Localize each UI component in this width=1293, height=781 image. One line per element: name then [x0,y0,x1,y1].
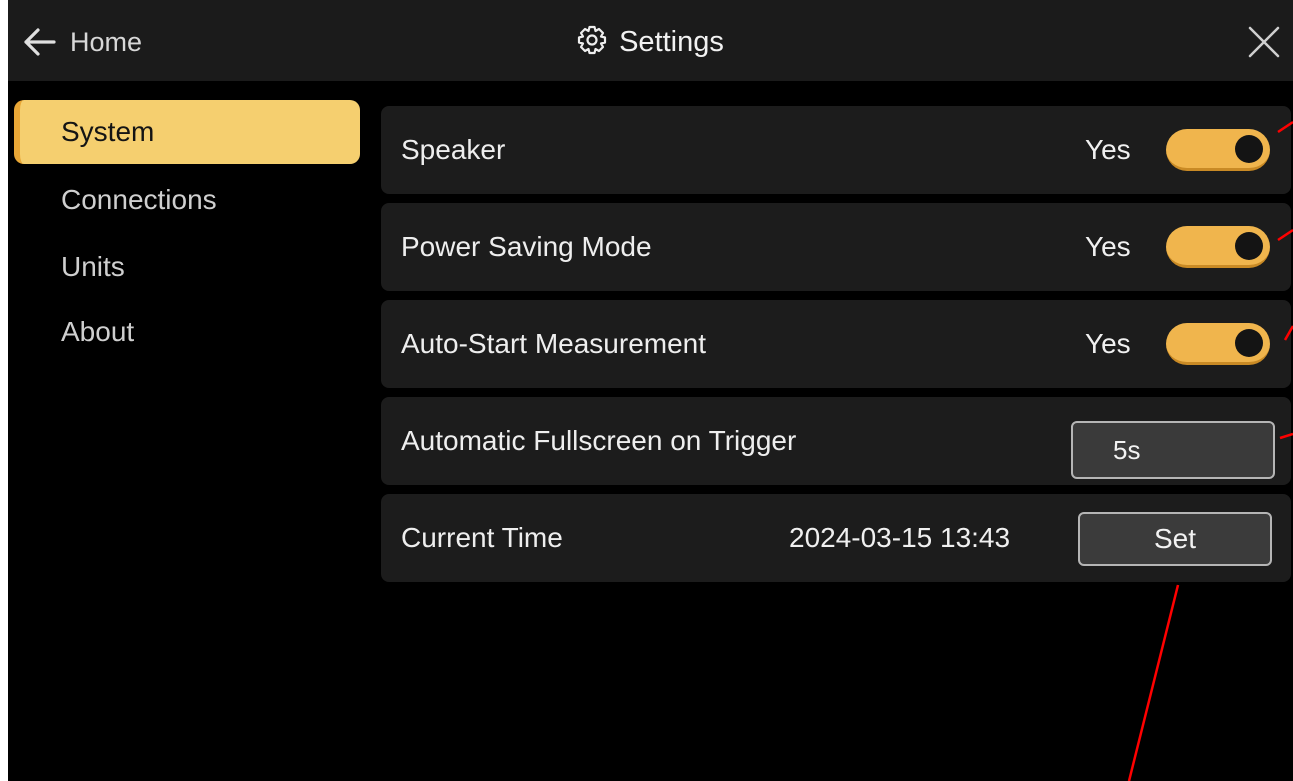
speaker-value: Yes [1085,134,1131,165]
settings-screen: Home Settings System Connections Units A… [8,0,1293,781]
toggle-knob [1235,232,1263,260]
set-time-button[interactable]: Set [1078,512,1272,566]
close-icon [1244,26,1284,66]
current-time-row: Current Time 2024-03-15 13:43 Set [381,494,1291,582]
current-time-value: 2024-03-15 13:43 [789,522,1011,553]
auto-start-row: Auto-Start Measurement Yes [381,300,1291,388]
auto-fullscreen-select[interactable]: 5s [1071,421,1275,479]
close-button[interactable] [1244,22,1284,62]
sidebar-item-units[interactable]: Units [14,235,360,299]
speaker-row: Speaker Yes [381,106,1291,194]
speaker-toggle[interactable] [1166,129,1270,171]
current-time-label: Current Time [401,522,563,553]
auto-fullscreen-value: 5s [1113,435,1141,465]
header-bar: Home Settings [8,0,1293,81]
sidebar-item-connections[interactable]: Connections [14,168,360,232]
power-saving-toggle[interactable] [1166,226,1270,268]
auto-fullscreen-label: Automatic Fullscreen on Trigger [401,425,797,456]
auto-start-label: Auto-Start Measurement [401,328,707,359]
sidebar-item-about[interactable]: About [14,300,360,364]
auto-start-toggle[interactable] [1166,323,1270,365]
auto-start-value: Yes [1085,328,1131,359]
toggle-knob [1235,329,1263,357]
gear-icon [577,25,607,60]
sidebar-item-system[interactable]: System [14,100,360,164]
speaker-label: Speaker [401,134,506,165]
power-saving-label: Power Saving Mode [401,231,652,262]
toggle-knob [1235,135,1263,163]
power-saving-row: Power Saving Mode Yes [381,203,1291,291]
page-title: Settings [8,22,1293,62]
power-saving-value: Yes [1085,231,1131,262]
title-text: Settings [619,25,724,58]
auto-fullscreen-row: Automatic Fullscreen on Trigger 5s [381,397,1291,485]
